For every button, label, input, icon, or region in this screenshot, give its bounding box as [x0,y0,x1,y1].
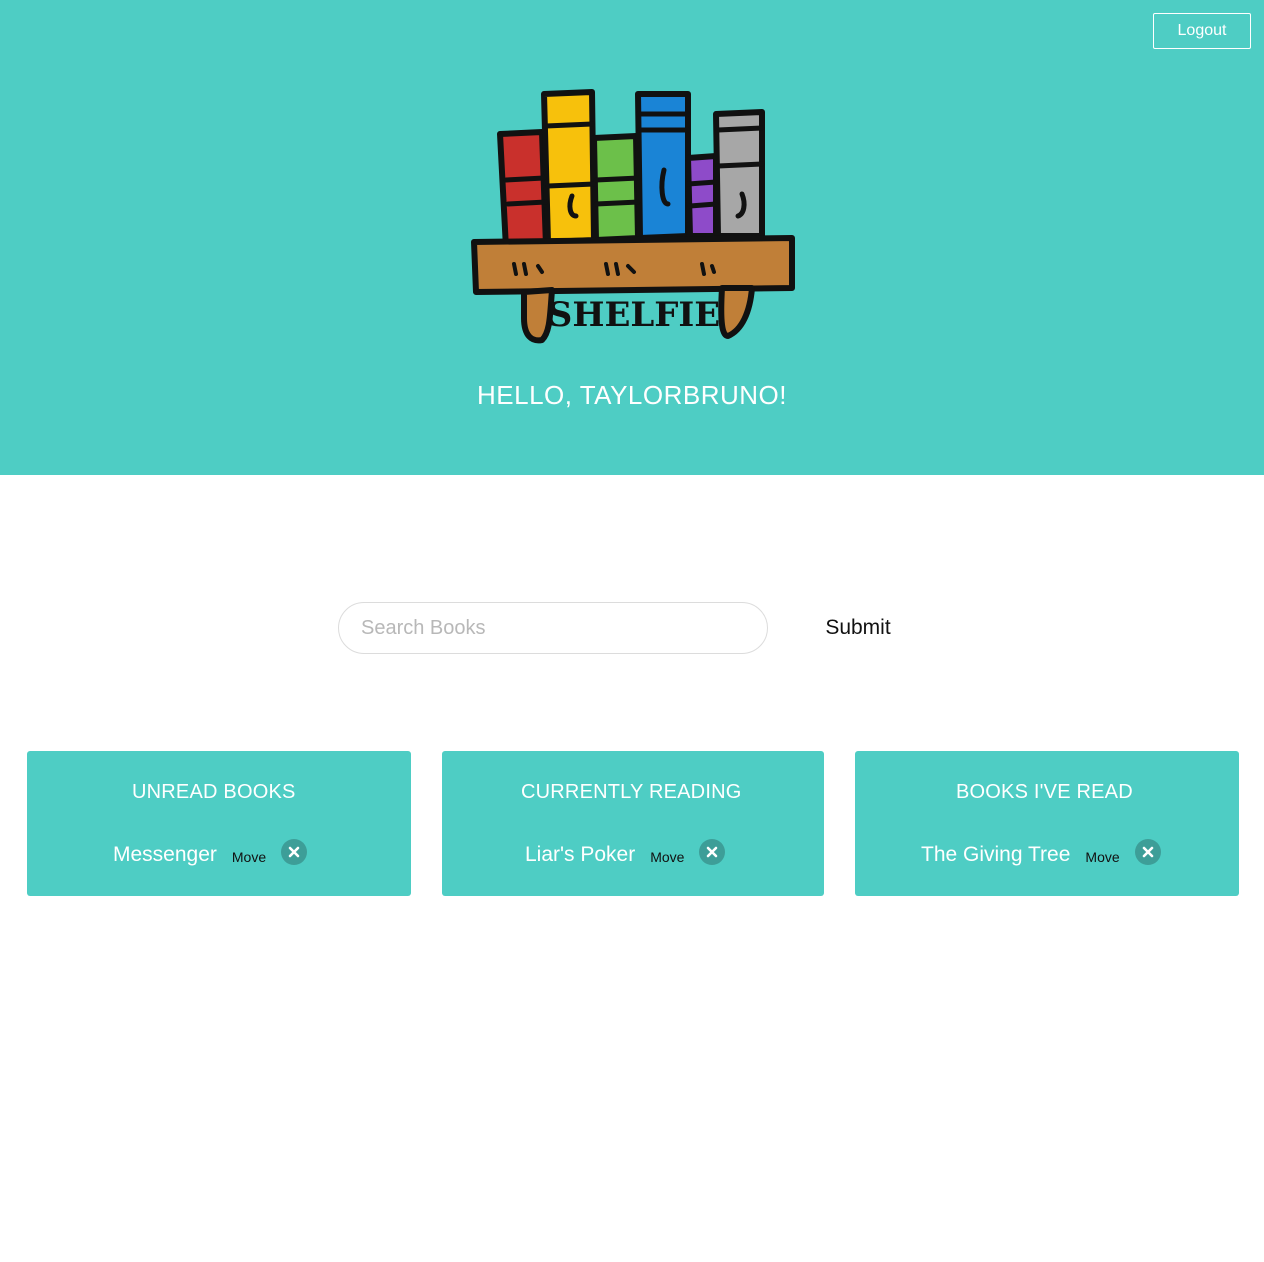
move-button[interactable]: Move [1085,849,1119,865]
logout-button[interactable]: Logout [1153,13,1251,49]
book-item: The Giving Tree Move [921,838,1161,872]
header: Logout SHELFIE HELLO, TAYLORBRUNO! [0,0,1264,475]
shelf-title: CURRENTLY READING [521,781,742,803]
remove-book-button[interactable] [1134,839,1161,865]
shelf-card-books-read: BOOKS I'VE READ The Giving Tree Move [855,751,1239,896]
remove-book-button[interactable] [281,839,308,865]
shelf-card-unread: UNREAD BOOKS Messenger Move [27,751,411,896]
book-item: Liar's Poker Move [525,838,726,872]
shelf-title: UNREAD BOOKS [132,781,296,803]
submit-button[interactable]: Submit [812,610,904,646]
greeting-text: HELLO, TAYLORBRUNO! [476,380,788,410]
shelfie-logo: SHELFIE [466,86,800,350]
move-button[interactable]: Move [232,849,266,865]
close-icon [707,846,718,858]
book-item: Messenger Move [113,838,308,872]
book-title: Liar's Poker [525,843,636,866]
book-title: The Giving Tree [921,843,1071,866]
remove-book-button[interactable] [699,839,726,865]
close-icon [1142,846,1153,858]
bookshelf-logo-icon: SHELFIE [471,89,795,344]
close-icon [288,846,300,858]
move-button[interactable]: Move [650,849,684,865]
logo-text: SHELFIE [548,295,720,335]
shelf-card-currently-reading: CURRENTLY READING Liar's Poker Move [442,751,824,896]
search-input[interactable] [338,602,768,654]
book-title: Messenger [113,843,217,866]
shelf-title: BOOKS I'VE READ [956,781,1133,803]
